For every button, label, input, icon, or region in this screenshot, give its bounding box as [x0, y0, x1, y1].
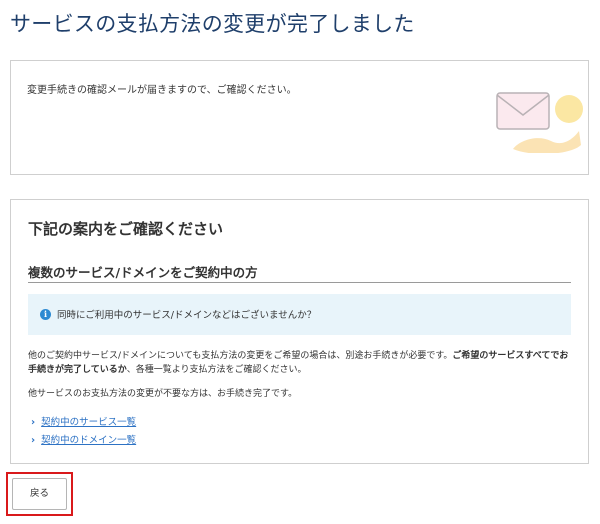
chevron-right-icon: › [31, 417, 36, 428]
service-list-link[interactable]: 契約中のサービス一覧 [41, 417, 136, 428]
page-title: サービスの支払方法の変更が完了しました [10, 12, 415, 36]
list-item: › 契約中のサービス一覧 [31, 414, 136, 428]
back-button[interactable]: 戻る [12, 478, 67, 510]
chevron-right-icon: › [31, 435, 36, 446]
divider [28, 282, 571, 283]
page: サービスの支払方法の変更が完了しました 変更手続きの確認メールが届きますので、ご… [0, 0, 600, 524]
instruction-tail: 、各種一覧より支払方法をご確認ください。 [126, 365, 307, 375]
guide-title: 下記の案内をご確認ください [28, 220, 224, 238]
info-icon: i [40, 309, 51, 320]
list-item: › 契約中のドメイン一覧 [31, 432, 136, 446]
guide-box: 下記の案内をご確認ください 複数のサービス/ドメインをご契約中の方 i 同時にご… [10, 199, 589, 464]
instruction-paragraph: 他のご契約中サービス/ドメインについても支払方法の変更をご希望の場合は、別途お手… [28, 349, 573, 377]
completion-note: 他サービスのお支払方法の変更が不要な方は、お手続き完了です。 [28, 389, 298, 399]
notice-message: 変更手続きの確認メールが届きますので、ご確認ください。 [27, 85, 297, 96]
mail-envelope-icon [496, 92, 583, 153]
info-callout: i 同時にご利用中のサービス/ドメインなどはございませんか？ [28, 294, 571, 335]
info-text: 同時にご利用中のサービス/ドメインなどはございませんか？ [57, 310, 317, 321]
guide-subtitle: 複数のサービス/ドメインをご契約中の方 [28, 265, 258, 280]
instruction-text: 他のご契約中サービス/ドメインについても支払方法の変更をご希望の場合は、別途お手… [28, 351, 453, 361]
domain-list-link[interactable]: 契約中のドメイン一覧 [41, 435, 136, 446]
notice-box: 変更手続きの確認メールが届きますので、ご確認ください。 [10, 60, 589, 175]
